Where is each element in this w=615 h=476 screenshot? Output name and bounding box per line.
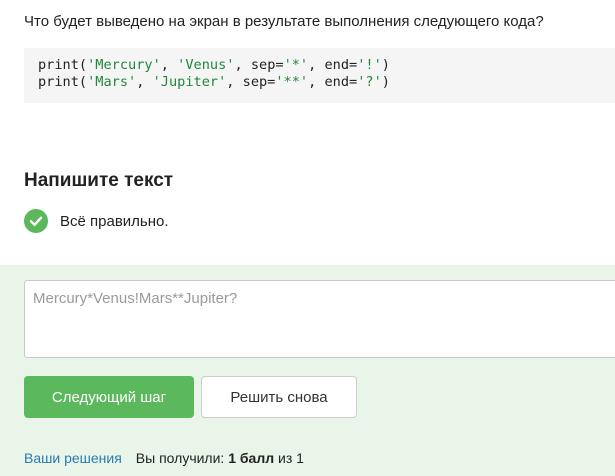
check-circle-icon <box>24 209 48 233</box>
code-string: '?' <box>357 73 382 90</box>
next-step-button[interactable]: Следующий шаг <box>24 376 194 418</box>
code-token: ) <box>381 57 390 73</box>
code-token: , <box>136 73 153 90</box>
code-string: 'Venus' <box>177 57 235 73</box>
code-string: '*' <box>283 57 309 73</box>
question-text: Что будет выведено на экран в результате… <box>24 13 544 30</box>
code-token: , end= <box>308 73 358 90</box>
solve-again-button[interactable]: Решить снова <box>201 376 357 418</box>
code-string: '**' <box>275 73 309 90</box>
status-text: Всё правильно. <box>60 212 169 230</box>
code-token: print( <box>38 73 88 90</box>
score-value: 1 балл <box>228 450 275 466</box>
code-string: 'Jupiter' <box>152 73 227 90</box>
code-string: 'Mars' <box>87 73 137 90</box>
code-string: 'Mercury' <box>87 57 161 73</box>
code-token: , end= <box>308 57 358 73</box>
code-token: ) <box>381 73 390 90</box>
code-token: , sep= <box>226 73 276 90</box>
score-suffix: из 1 <box>274 450 304 466</box>
code-token: print( <box>38 57 88 73</box>
code-token: , sep= <box>234 57 284 73</box>
answer-input[interactable]: Mercury*Venus!Mars**Jupiter? <box>24 280 615 358</box>
solutions-link[interactable]: Ваши решения <box>24 450 122 466</box>
code-block: print('Mercury', 'Venus', sep='*', end='… <box>24 48 615 103</box>
code-token: , <box>160 57 178 73</box>
code-line: print('Mercury', 'Venus', sep='*', end='… <box>38 57 615 74</box>
status-correct: Всё правильно. <box>24 208 169 234</box>
task-title: Напишите текст <box>24 170 174 191</box>
footer-score: Ваши решения Вы получили: 1 балл из 1 <box>24 450 304 467</box>
code-string: '!' <box>357 57 382 73</box>
score-prefix: Вы получили: <box>135 450 229 466</box>
code-line: print('Mars', 'Jupiter', sep='**', end='… <box>38 74 615 91</box>
